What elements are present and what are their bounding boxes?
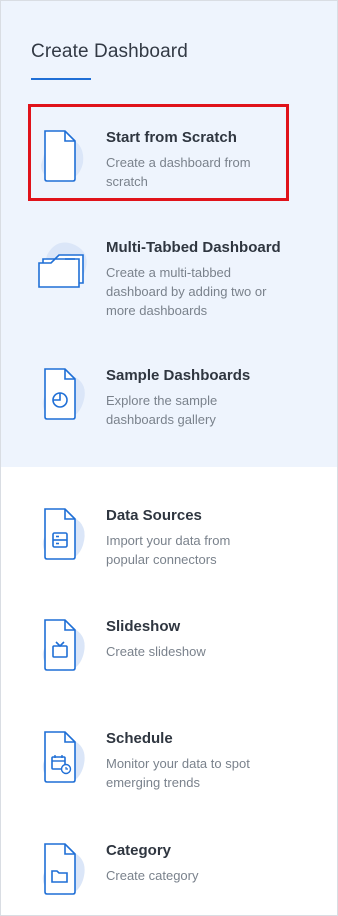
option-description: Explore the sample dashboards gallery xyxy=(106,393,218,427)
option-description: Import your data from popular connectors xyxy=(106,533,231,567)
slideshow-page-icon xyxy=(42,619,85,671)
multi-tabbed-dashboard-option[interactable]: Multi-Tabbed Dashboard Create a multi-ta… xyxy=(31,239,321,319)
category-option[interactable]: Category Create category xyxy=(31,842,321,902)
option-description: Create category xyxy=(106,868,199,883)
slideshow-option[interactable]: Slideshow Create slideshow xyxy=(31,618,321,678)
option-title: Slideshow xyxy=(106,618,181,635)
option-description: Monitor your data to spot emerging trend… xyxy=(106,756,250,790)
folder-page-icon xyxy=(42,843,85,895)
option-description: Create a multi-tabbed dashboard by addin… xyxy=(106,265,267,318)
option-title: Data Sources xyxy=(106,507,202,524)
folder-tabs-icon xyxy=(38,242,87,288)
option-title: Category xyxy=(106,842,172,859)
option-description: Create slideshow xyxy=(106,644,206,659)
schedule-page-icon xyxy=(42,731,85,783)
data-source-page-icon xyxy=(42,508,85,560)
title-underline xyxy=(31,78,91,80)
option-title: Multi-Tabbed Dashboard xyxy=(106,239,281,256)
schedule-option[interactable]: Schedule Monitor your data to spot emerg… xyxy=(31,730,321,790)
option-title: Sample Dashboards xyxy=(106,367,251,384)
sample-dashboards-option[interactable]: Sample Dashboards Explore the sample das… xyxy=(31,367,321,427)
create-dashboard-panel: Create Dashboard Start from Scratch Crea… xyxy=(0,0,338,916)
selection-highlight xyxy=(28,104,289,201)
panel-title: Create Dashboard xyxy=(31,41,188,62)
option-title: Schedule xyxy=(106,730,173,747)
data-sources-option[interactable]: Data Sources Import your data from popul… xyxy=(31,507,321,567)
pie-chart-page-icon xyxy=(42,368,85,420)
